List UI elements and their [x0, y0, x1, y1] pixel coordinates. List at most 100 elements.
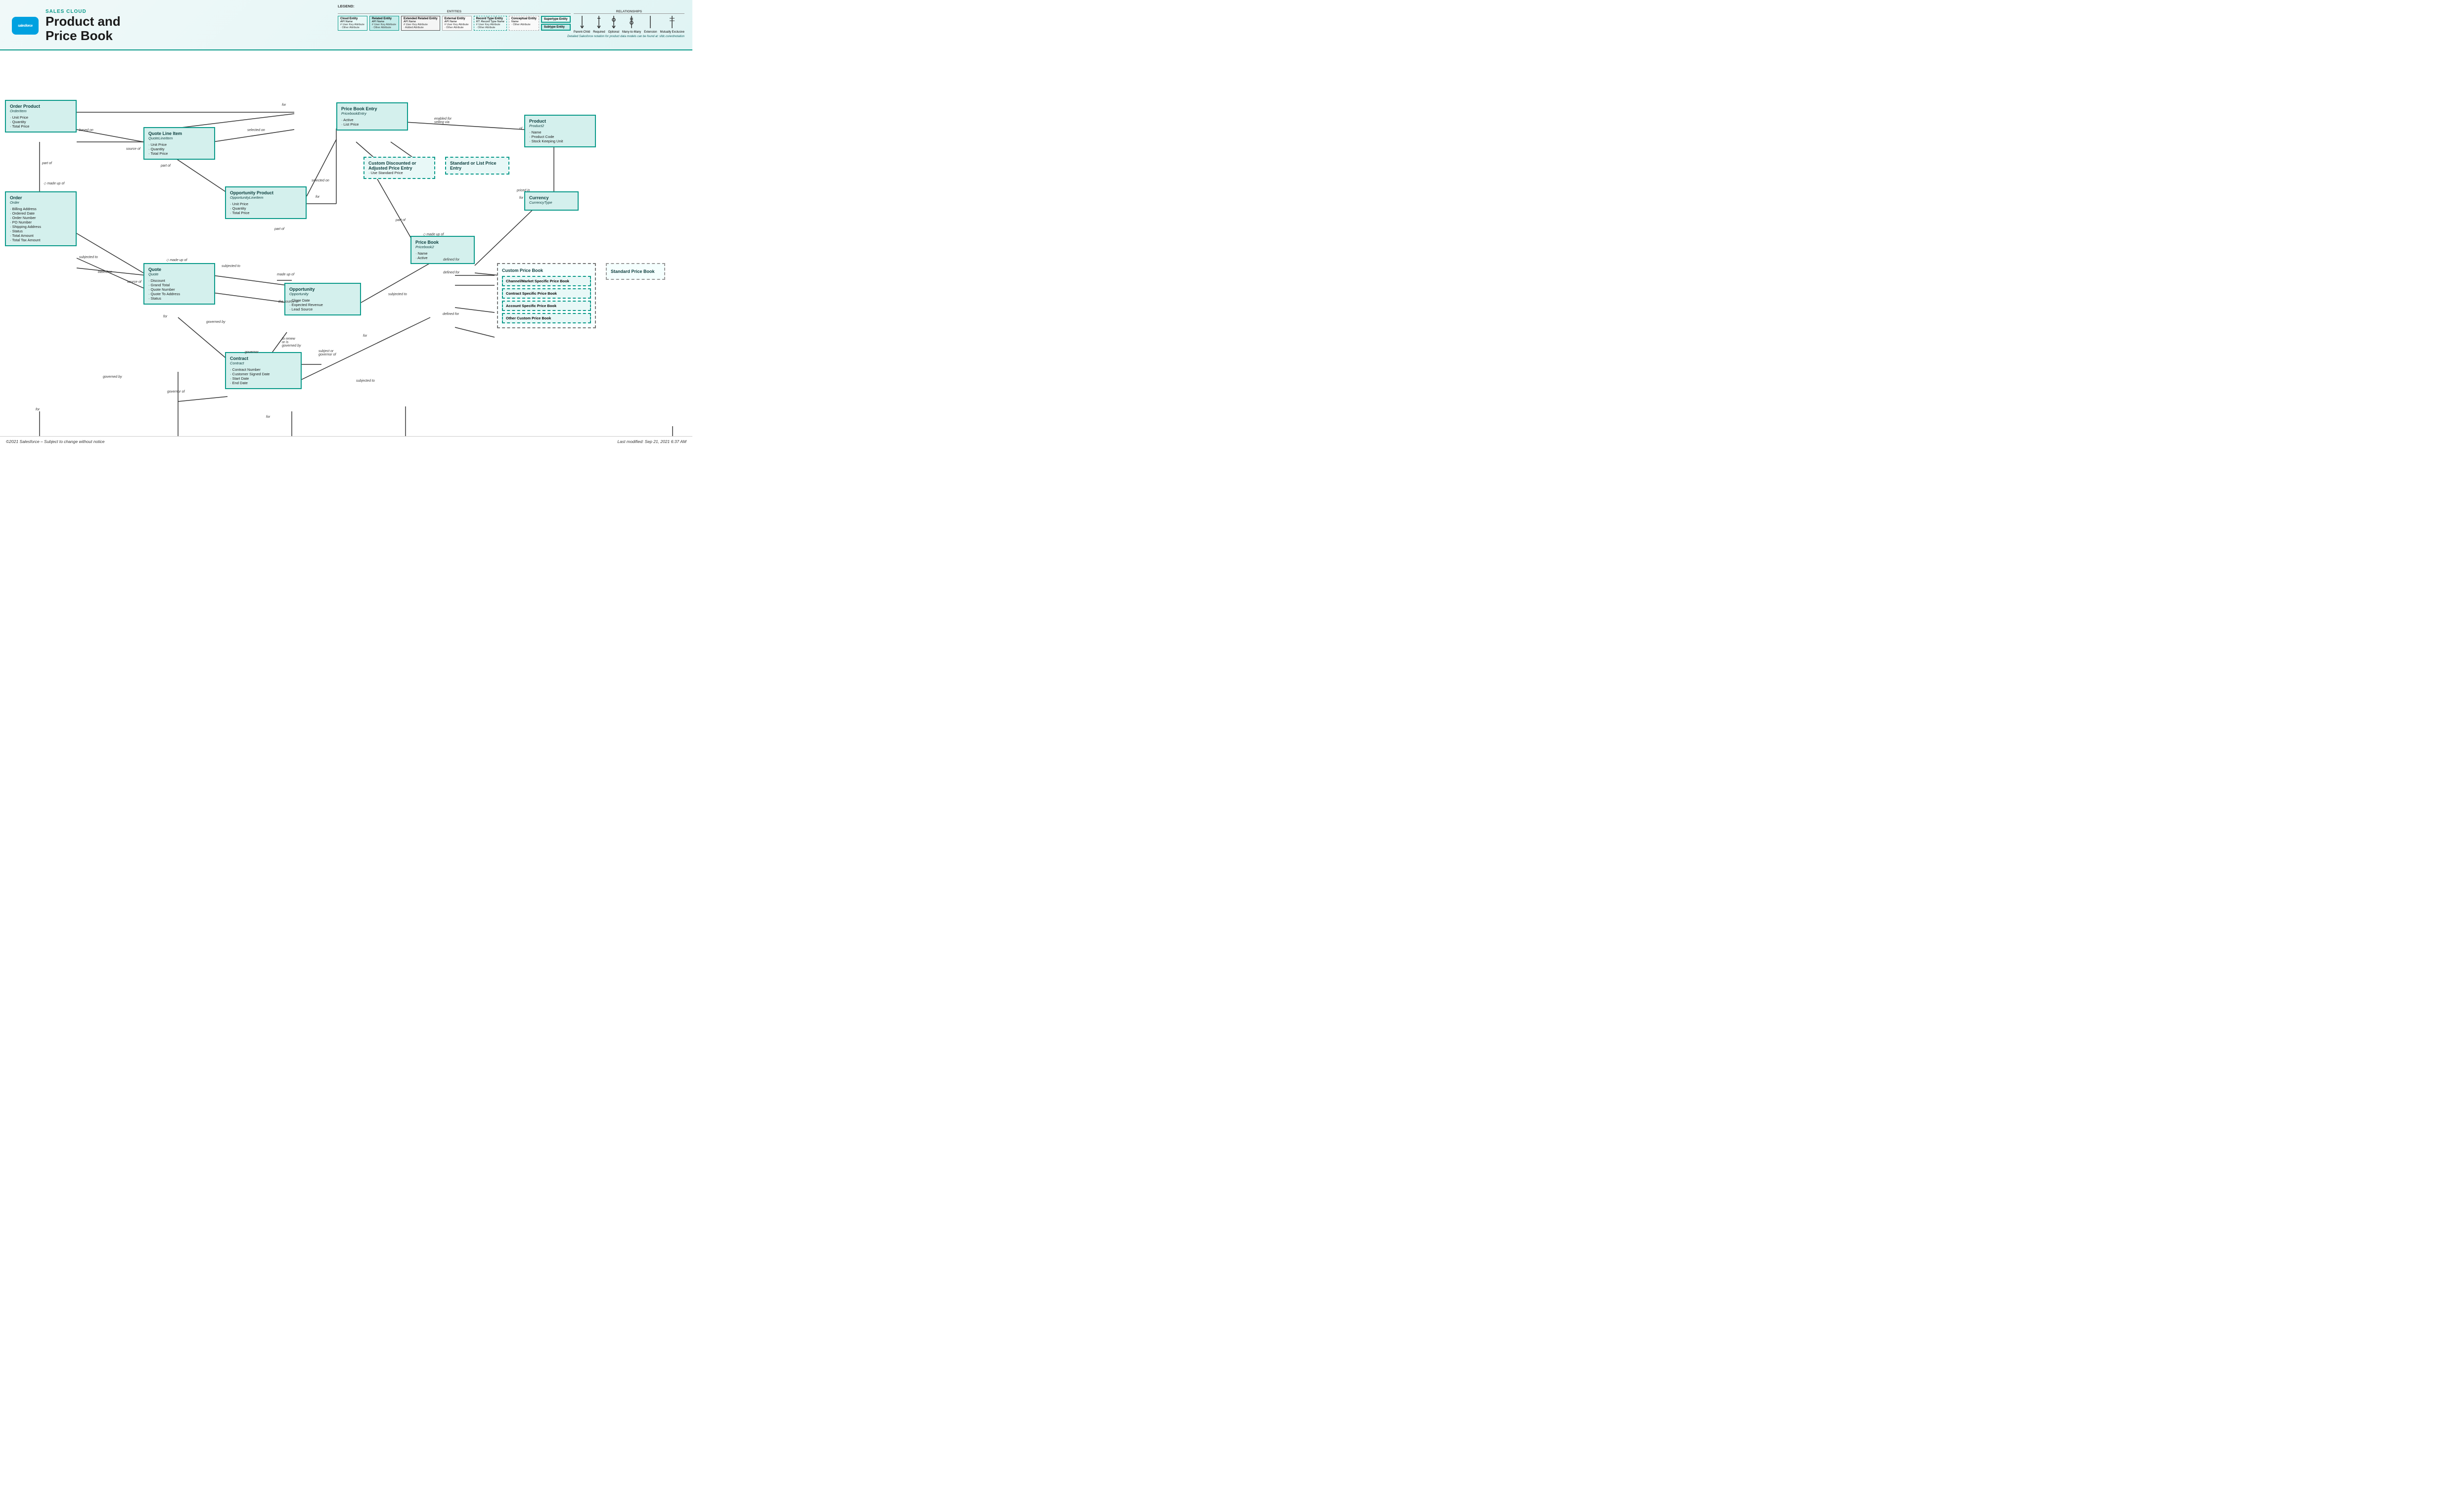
legend-type-entities: Supertype Entity Subtype Entity	[541, 16, 571, 31]
price-book-entity: Price Book Pricebook2 Name Active	[410, 236, 475, 264]
order-name: Order	[10, 195, 72, 200]
legend-note: Detailed Salesforce notation for product…	[338, 35, 684, 38]
order-entity: Order Order Billing Address Ordered Date…	[5, 191, 77, 246]
pbe-attrs: Active List Price	[341, 118, 403, 127]
label-part-of-order: part of	[42, 162, 52, 165]
label-selected-on-qli: selected on	[247, 129, 265, 132]
custom-discounted-attrs: Use Standard Price	[368, 171, 430, 175]
other-custom-subtype: Other Custom Price Book	[502, 313, 591, 323]
legend-conceptual-entity: Conceptual Entity Name · Other Attribute	[509, 16, 539, 31]
qli-attrs: Unit Price Quantity Total Price	[148, 142, 210, 156]
contract-name: Contract	[230, 356, 297, 361]
qli-name: Quote Line Item	[148, 131, 210, 136]
custom-discounted-entity: Custom Discounted or Adjusted Price Entr…	[363, 157, 435, 179]
opp-product-api: OpportunityLineItem	[230, 195, 302, 200]
diagram-area: Order Product OrderItem Unit Price Quant…	[0, 50, 692, 436]
label-subjected-to-opp: subjected to	[388, 293, 407, 296]
relationship-types: Parent-Child Required Optional Many-to-M…	[574, 16, 684, 34]
quote-api: Quote	[148, 272, 210, 276]
entities-label: ENTITIES	[338, 10, 571, 14]
pbe-name: Price Book Entry	[341, 106, 403, 111]
legend-sections: ENTITIES Cloud Entity API Name # User Ke…	[338, 10, 684, 34]
contract-api: Contract	[230, 361, 297, 365]
channel-market-subtype: Channel/Market Specific Price Book	[502, 276, 591, 286]
label-enabled-for-selling: enabled forselling via	[434, 117, 452, 124]
standard-price-book-entity: Standard Price Book	[606, 263, 665, 280]
label-defined-for-pb1: defined for	[443, 258, 459, 262]
label-for-currency: for	[519, 196, 523, 200]
legend-cloud-entity: Cloud Entity API Name # User Key Attribu…	[338, 16, 367, 31]
label-part-of-oppproduct: part of	[274, 227, 284, 231]
contract-attrs: Contract Number Customer Signed Date Sta…	[230, 367, 297, 385]
label-subjected-to-quote: subjected to	[222, 265, 240, 268]
label-subject-governor: subject orgovernor of	[318, 350, 336, 356]
label-made-up-of-quote: ◇ made up of	[166, 258, 187, 262]
legend-entities: Cloud Entity API Name # User Key Attribu…	[338, 16, 571, 31]
footer-last-modified: Last modified: Sep 21, 2021 6:37 AM	[617, 439, 686, 444]
label-priced-in: priced in	[517, 189, 530, 192]
opp-product-name: Opportunity Product	[230, 190, 302, 195]
spb-name: Standard Price Book	[611, 269, 660, 274]
page-title: Product andPrice Book	[45, 14, 121, 43]
label-selected-on-op: selected on	[312, 179, 329, 182]
rel-many-to-many: Many-to-Many	[622, 16, 641, 34]
label-source-of-quote: source of	[127, 280, 141, 284]
label-based-on-order: based on	[79, 129, 93, 132]
rel-parent-child: Parent-Child	[574, 16, 590, 34]
opp-product-attrs: Unit Price Quantity Total Price	[230, 202, 302, 215]
contract-specific-subtype: Contract Specific Price Book	[502, 288, 591, 299]
order-product-entity: Order Product OrderItem Unit Price Quant…	[5, 100, 77, 133]
salesforce-logo: salesforce	[12, 17, 39, 35]
label-governed-by-quote: governed by	[206, 320, 226, 324]
rel-optional: Optional	[608, 16, 619, 34]
label-defined-for-pb2: defined for	[443, 271, 459, 274]
quote-entity: Quote Quote Discount Grand Total Quote N…	[143, 263, 215, 305]
legend: LEGEND: ENTITIES Cloud Entity API Name #…	[338, 4, 684, 38]
label-for-quote: for	[163, 315, 167, 318]
currency-name: Currency	[529, 195, 574, 200]
custom-price-book-entity: Custom Price Book Channel/Market Specifi…	[497, 263, 596, 328]
label-the-source-of: the source of	[278, 300, 298, 304]
order-api: Order	[10, 200, 72, 205]
opp-attrs: Close Date Expected Revenue Lead Source	[289, 298, 356, 311]
currency-api: CurrencyType	[529, 200, 574, 205]
relationships-label: RELATIONSHIPS	[574, 10, 684, 14]
standard-list-entity: Standard or List Price Entry	[445, 157, 509, 175]
custom-discounted-name: Custom Discounted or Adjusted Price Entr…	[368, 161, 430, 171]
opportunity-product-entity: Opportunity Product OpportunityLineItem …	[225, 186, 307, 219]
product-entity: Product Product2 Name Product Code Stock…	[524, 115, 596, 147]
pbe-api: PricebookEntry	[341, 111, 403, 116]
entities-group: ENTITIES Cloud Entity API Name # User Ke…	[338, 10, 571, 31]
footer-copyright: ©2021 Salesforce – Subject to change wit…	[6, 439, 105, 444]
legend-title: LEGEND:	[338, 4, 684, 8]
opp-name: Opportunity	[289, 287, 356, 292]
label-part-of-pbe: part of	[396, 219, 406, 222]
order-product-api: OrderItem	[10, 109, 72, 113]
product-attrs: Name Product Code Stock Keeping Unit	[529, 130, 591, 143]
rel-mutually-exclusive: Mutually Exclusive	[660, 16, 684, 34]
label-for-op: for	[316, 195, 319, 199]
pb-api: Pricebook2	[415, 245, 470, 249]
label-subjected-to-contract: subjected to	[356, 379, 375, 383]
contract-entity: Contract Contract Contract Number Custom…	[225, 352, 302, 389]
quote-name: Quote	[148, 267, 210, 272]
legend-extended-entity: Extended Related Entity API Name # User …	[401, 16, 440, 31]
header-titles: SALES CLOUD Product andPrice Book	[45, 9, 121, 43]
pb-name: Price Book	[415, 240, 470, 245]
label-based-on-quote: based on	[98, 270, 112, 274]
label-made-up-of-pb: ◇ made up of	[423, 232, 444, 236]
quote-line-item-entity: Quote Line Item QuoteLineItem Unit Price…	[143, 127, 215, 160]
label-governor-contract: governor	[245, 351, 259, 354]
label-for-order: for	[36, 408, 40, 411]
label-defined-for-pb3: defined for	[443, 312, 459, 316]
label-for-qp-to-pbe: for	[282, 103, 286, 107]
label-part-of-qli: part of	[161, 164, 171, 168]
quote-attrs: Discount Grand Total Quote Number Quote …	[148, 278, 210, 301]
price-book-entry-entity: Price Book Entry PricebookEntry Active L…	[336, 102, 408, 131]
label-governor-of: governor of	[167, 390, 184, 394]
pb-attrs: Name Active	[415, 251, 470, 260]
currency-entity: Currency CurrencyType	[524, 191, 579, 211]
legend-external-entity: External Entity API Name # User Key Attr…	[442, 16, 472, 31]
label-subjected-to-order: subjected to	[79, 256, 98, 259]
header: salesforce SALES CLOUD Product andPrice …	[0, 0, 692, 50]
